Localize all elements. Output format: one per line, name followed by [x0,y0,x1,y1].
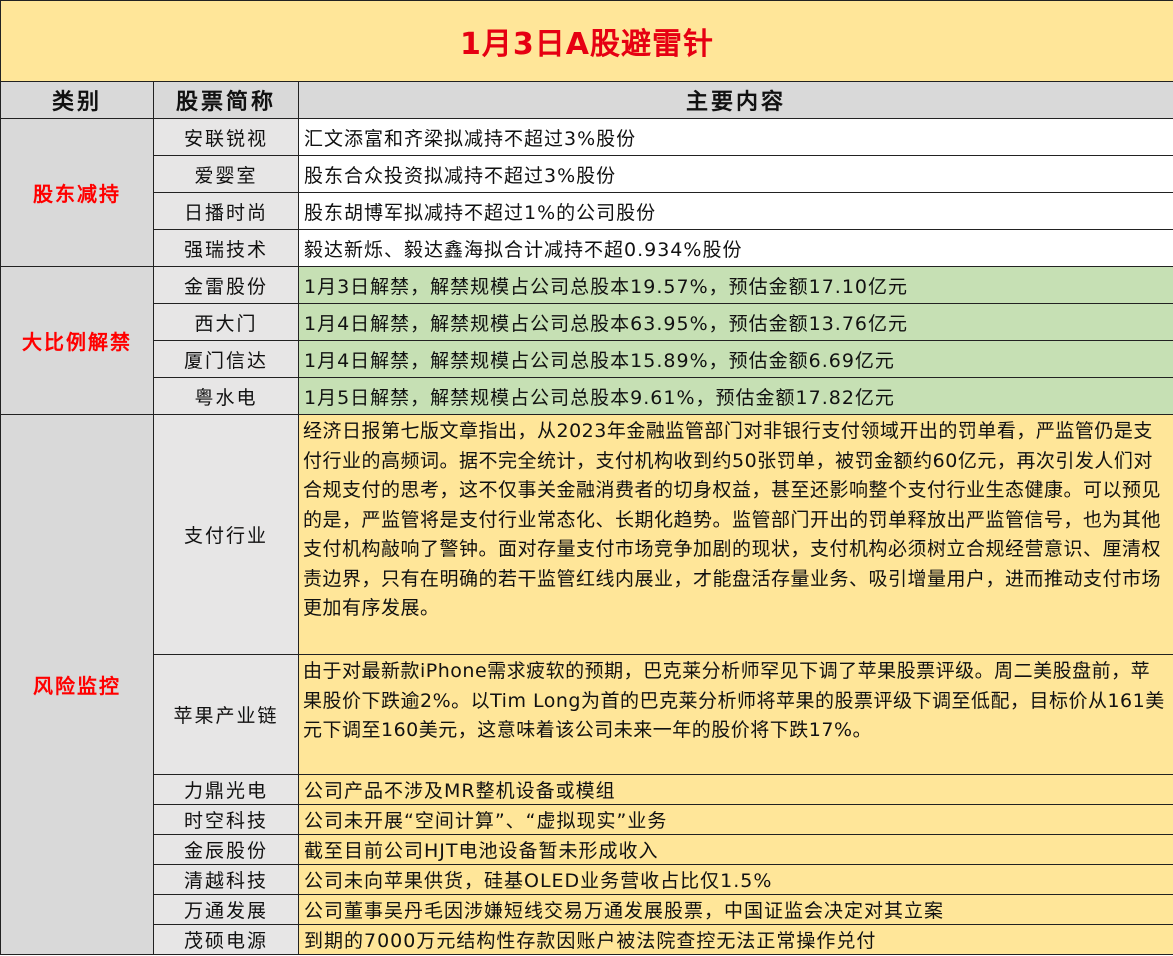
content-cell: 由于对最新款iPhone需求疲软的预期，巴克莱分析师罕见下调了苹果股票评级。周二… [297,654,1173,775]
stock-name: 厦门信达 [153,340,299,378]
table-row: 日播时尚 股东胡博军拟减持不超过1%的公司股份 [1,192,1173,230]
table-row: 力鼎光电 公司产品不涉及MR整机设备或模组 [1,774,1173,805]
content-cell: 1月4日解禁，解禁规模占公司总股本63.95%，预估金额13.76亿元 [297,303,1173,341]
header-content: 主要内容 [297,81,1173,119]
stock-name: 金辰股份 [153,834,299,865]
header-category: 类别 [0,81,154,119]
table-row: 万通发展 公司董事吴丹毛因涉嫌短线交易万通发展股票，中国证监会决定对其立案 [1,894,1173,925]
stock-name: 粤水电 [153,377,299,415]
content-cell: 1月3日解禁，解禁规模占公司总股本19.57%，预估金额17.10亿元 [297,266,1173,304]
content-cell: 公司未向苹果供货，硅基OLED业务营收占比仅1.5% [297,864,1173,895]
stock-name: 安联锐视 [153,118,299,156]
content-cell: 毅达新烁、毅达鑫海拟合计减持不超0.934%股份 [297,229,1173,267]
table-row: 清越科技 公司未向苹果供货，硅基OLED业务营收占比仅1.5% [1,864,1173,895]
content-cell: 公司董事吴丹毛因涉嫌短线交易万通发展股票，中国证监会决定对其立案 [297,894,1173,925]
header-stock-name: 股票简称 [153,81,299,119]
content-cell: 公司产品不涉及MR整机设备或模组 [297,774,1173,805]
content-cell: 截至目前公司HJT电池设备暂未形成收入 [297,834,1173,865]
table-row: 爱婴室 股东合众投资拟减持不超过3%股份 [1,155,1173,193]
content-cell: 1月5日解禁，解禁规模占公司总股本9.61%，预估金额17.82亿元 [297,377,1173,415]
stock-name: 金雷股份 [153,266,299,304]
page-title: 1月3日A股避雷针 [0,0,1173,82]
table-row: 强瑞技术 毅达新烁、毅达鑫海拟合计减持不超0.934%股份 [1,229,1173,267]
stock-name: 茂硕电源 [153,924,299,955]
stock-name: 支付行业 [153,414,299,655]
category-cell: 大比例解禁 [0,266,154,415]
table-row: 股东减持 安联锐视 汇文添富和齐梁拟减持不超过3%股份 [0,118,1173,267]
table-row: 西大门 1月4日解禁，解禁规模占公司总股本63.95%，预估金额13.76亿元 [1,303,1173,341]
table-row: 时空科技 公司未开展“空间计算”、“虚拟现实”业务 [1,804,1173,835]
category-cell: 风险监控 [0,414,154,955]
header-row: 类别 股票简称 主要内容 [0,81,1173,119]
stock-name: 力鼎光电 [153,774,299,805]
stock-name: 西大门 [153,303,299,341]
risk-table: 1月3日A股避雷针 类别 股票简称 主要内容 股东减持 安联锐视 汇文添富和齐梁… [0,0,1173,955]
stock-name: 强瑞技术 [153,229,299,267]
table-row: 厦门信达 1月4日解禁，解禁规模占公司总股本15.89%，预估金额6.69亿元 [1,340,1173,378]
stock-name: 爱婴室 [153,155,299,193]
stock-name: 清越科技 [153,864,299,895]
content-cell: 公司未开展“空间计算”、“虚拟现实”业务 [297,804,1173,835]
stock-name: 日播时尚 [153,192,299,230]
content-cell: 股东合众投资拟减持不超过3%股份 [297,155,1173,193]
stock-name: 万通发展 [153,894,299,925]
table-row: 风险监控 支付行业 经济日报第七版文章指出，从2023年金融监管部门对非银行支付… [0,414,1173,955]
table-row: 金辰股份 截至目前公司HJT电池设备暂未形成收入 [1,834,1173,865]
table-row: 大比例解禁 金雷股份 1月3日解禁，解禁规模占公司总股本19.57%，预估金额1… [0,266,1173,415]
content-cell: 股东胡博军拟减持不超过1%的公司股份 [297,192,1173,230]
table-row: 苹果产业链 由于对最新款iPhone需求疲软的预期，巴克莱分析师罕见下调了苹果股… [1,654,1173,775]
content-cell: 到期的7000万元结构性存款因账户被法院查控无法正常操作兑付 [297,924,1173,955]
category-cell: 股东减持 [0,118,154,267]
table-row: 粤水电 1月5日解禁，解禁规模占公司总股本9.61%，预估金额17.82亿元 [1,377,1173,415]
content-cell: 汇文添富和齐梁拟减持不超过3%股份 [297,118,1173,156]
content-cell: 经济日报第七版文章指出，从2023年金融监管部门对非银行支付领域开出的罚单看，严… [297,414,1173,655]
stock-name: 苹果产业链 [153,654,299,775]
content-cell: 1月4日解禁，解禁规模占公司总股本15.89%，预估金额6.69亿元 [297,340,1173,378]
table-row: 茂硕电源 到期的7000万元结构性存款因账户被法院查控无法正常操作兑付 [1,924,1173,955]
stock-name: 时空科技 [153,804,299,835]
